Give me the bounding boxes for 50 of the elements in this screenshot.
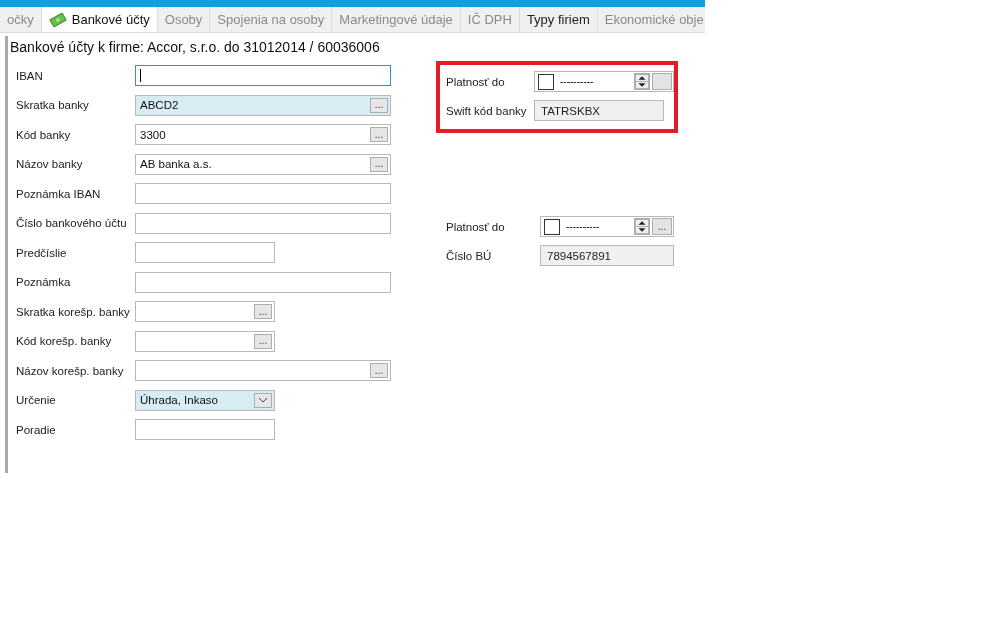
field-label: Kód korešp. banky [16,335,113,348]
readonly-field: 7894567891 [540,245,674,266]
browse-button[interactable]: ... [370,97,388,113]
text-cursor [140,69,141,83]
text-field[interactable] [135,271,391,293]
field-label: IBAN [16,69,44,82]
field-label: Číslo BÚ [446,249,493,262]
lookup-field[interactable]: ... [135,330,275,352]
browse-button[interactable]: ... [370,127,388,143]
chevron-down-icon[interactable] [254,392,272,408]
spinner-icon[interactable] [634,73,650,90]
text-field[interactable] [135,183,391,205]
date-field[interactable]: ---------- [534,71,674,92]
tab[interactable]: Typy firiem [519,7,598,32]
browse-button[interactable]: ... [254,333,272,349]
checkbox[interactable] [538,73,554,90]
section-title: Bankové účty k firme: Accor, s.r.o. do 31012014 / 60036006 [10,39,381,55]
browse-button[interactable]: ... [652,218,672,235]
field-label: Skratka banky [16,99,90,112]
field-label: Poznámka IBAN [16,187,102,200]
field-label: Predčíslie [16,246,68,259]
lookup-field[interactable]: ... [135,360,391,382]
text-field[interactable] [135,242,275,264]
lookup-field[interactable]: AB banka a.s. ... [135,153,391,175]
dropdown[interactable]: Úhrada, Inkaso [135,389,275,411]
field-label: Číslo bankového účtu [16,217,128,230]
field-label: Platnosť do [446,75,506,88]
browse-button[interactable]: ... [254,304,272,320]
text-field[interactable] [135,212,391,234]
checkbox[interactable] [544,218,560,235]
field-label: Poradie [16,423,57,436]
readonly-field: TATRSKBX [534,100,664,121]
date-field[interactable]: ---------- ... [540,216,674,237]
field-label: Poznámka [16,276,72,289]
field-label: Názov korešp. banky [16,364,125,377]
browse-button[interactable]: ... [370,363,388,379]
lookup-field[interactable]: 3300 ... [135,124,391,146]
lookup-field[interactable]: ABCD2 ... [135,94,391,116]
lookup-field[interactable]: ... [135,301,275,323]
text-field[interactable] [135,65,391,87]
field-label: Platnosť do [446,220,506,233]
field-label: Určenie [16,394,57,407]
field-label: Swift kód banky [446,104,528,117]
field-label: Kód banky [16,128,72,141]
field-label: Názov banky [16,158,84,171]
field-label: Skratka korešp. banky [16,305,131,318]
spinner-icon[interactable] [634,218,650,235]
browse-button[interactable]: ... [370,156,388,172]
tab[interactable]: Bankové účty [41,7,158,32]
text-field[interactable] [135,419,275,441]
